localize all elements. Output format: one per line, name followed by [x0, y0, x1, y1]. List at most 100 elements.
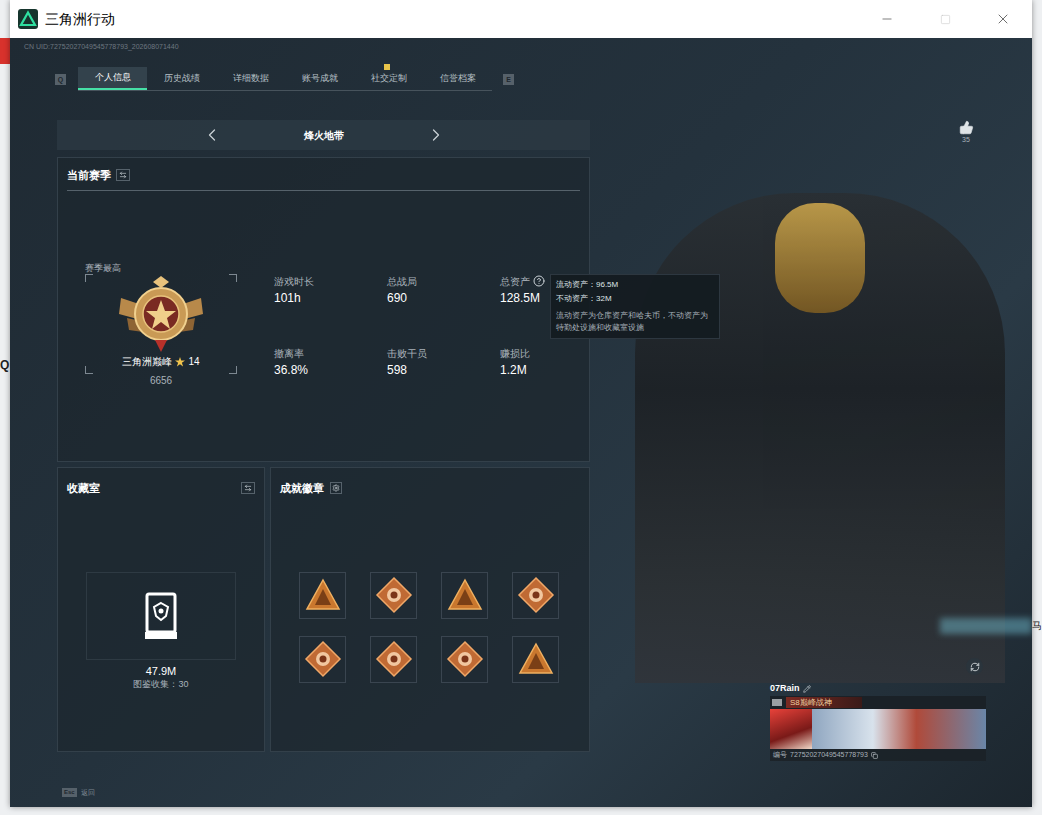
collection-panel: 收藏室 47.9M图鉴收集：30 — [57, 467, 265, 752]
minimize-button[interactable] — [858, 0, 916, 38]
footer-label: 返回 — [81, 788, 95, 799]
edit-icon[interactable] — [803, 685, 811, 693]
footer-hint: Esc 返回 — [62, 788, 1032, 799]
achievement-badge[interactable] — [441, 572, 488, 619]
switch-icon — [244, 484, 252, 492]
stat-label: 击败干员 — [387, 347, 427, 360]
player-banner — [812, 709, 986, 749]
tab[interactable]: 历史战绩 — [147, 67, 216, 90]
like-count: 35 — [962, 135, 970, 145]
frame-corner — [229, 274, 237, 282]
tooltip-note: 流动资产为仓库资产和哈夫币，不动资产为特勤处设施和收藏室设施 — [556, 310, 714, 334]
window-title: 三角洲行动 — [45, 9, 115, 30]
player-images — [770, 709, 986, 749]
light-streak — [940, 618, 1032, 634]
rank-name: 三角洲巅峰 — [122, 356, 172, 368]
mode-next-button[interactable] — [426, 125, 446, 145]
achievement-badge[interactable] — [512, 636, 559, 683]
achievement-badge[interactable] — [441, 636, 488, 683]
player-avatar[interactable] — [770, 709, 812, 749]
refresh-button[interactable] — [966, 658, 983, 675]
tabs: 个人信息历史战绩详细数据账号成就社交定制信誉档案 — [78, 67, 492, 91]
player-title: S8巅峰战神 — [786, 697, 862, 708]
uid-text: CN UID:72752027049545778793_202608071440 — [10, 42, 1032, 52]
maximize-icon — [940, 14, 951, 25]
tooltip-line: 不动资产：32M — [556, 293, 714, 305]
triangle-badge-icon — [518, 642, 554, 676]
rank-emblem-icon — [115, 276, 207, 354]
collection-frame — [86, 572, 236, 660]
stat-cell: 击败干员598 — [387, 347, 500, 419]
diamond-badge-icon — [446, 640, 484, 678]
app-logo-icon — [18, 9, 38, 29]
collection-value: 47.9M — [58, 664, 264, 678]
badge-grid — [299, 572, 589, 683]
season-title: 当前赛季 — [67, 167, 111, 184]
player-card: 07RainS8巅峰战神编号72752027049545778793 — [770, 682, 986, 761]
frame-corner — [85, 274, 93, 282]
esc-key[interactable]: Esc — [62, 788, 77, 797]
achievement-badge[interactable] — [512, 572, 559, 619]
stats-grid: 游戏时长101h总战局690总资产128.5M撤离率36.8%击败干员598赚损… — [274, 275, 590, 419]
rank-stars: 14 — [188, 356, 199, 368]
player-name: 07Rain — [770, 682, 800, 696]
stat-label: 总资产 — [500, 275, 530, 288]
collection-caption: 图鉴收集：30 — [58, 678, 264, 690]
rank-score: 6656 — [150, 375, 172, 387]
diamond-badge-icon — [304, 640, 342, 678]
season-body: 赛季最高三角洲巅峰146656游戏时长101h总战局690总资产128.5M撤离… — [58, 263, 589, 419]
game-window: 三角洲行动 CN UID:72752027049545778793_2026080… — [10, 0, 1032, 807]
like-widget[interactable]: 35 — [957, 120, 975, 145]
rank-label: 赛季最高 — [85, 263, 121, 274]
showcase-icon — [144, 592, 178, 640]
achievement-badge[interactable] — [299, 572, 346, 619]
stat-value: 690 — [387, 291, 500, 306]
next-tab-key[interactable]: E — [503, 74, 514, 85]
stat-label: 撤离率 — [274, 347, 304, 360]
character-render — [635, 193, 1005, 683]
achievement-badge[interactable] — [370, 572, 417, 619]
tab[interactable]: 信誉档案 — [423, 67, 492, 90]
season-switch-button[interactable] — [116, 169, 130, 181]
stat-label: 总战局 — [387, 275, 417, 288]
tab[interactable]: 社交定制 — [354, 67, 423, 90]
background-fragment: 马 — [1032, 621, 1042, 631]
prev-tab-key[interactable]: Q — [55, 74, 66, 85]
copy-icon[interactable] — [871, 752, 878, 759]
collection-switch-button[interactable] — [241, 482, 255, 494]
collection-header: 收藏室 — [67, 468, 255, 497]
diamond-badge-icon — [375, 640, 413, 678]
triangle-badge-icon — [305, 578, 341, 612]
stat-value: 101h — [274, 291, 387, 306]
thumbs-up-icon — [959, 120, 974, 135]
stat-cell: 撤离率36.8% — [274, 347, 387, 419]
season-panel: 当前赛季赛季最高三角洲巅峰146656游戏时长101h总战局690总资产128.… — [57, 157, 590, 462]
rank-block: 赛季最高三角洲巅峰 14 6656 — [85, 263, 237, 419]
frame-corner — [85, 366, 93, 374]
mode-selector: 烽火地带 — [57, 120, 590, 150]
player-name-row: 07Rain — [770, 682, 986, 696]
stat-cell: 游戏时长101h — [274, 275, 387, 347]
achievements-title: 成就徽章 — [280, 480, 324, 497]
window-controls — [858, 0, 1032, 38]
stat-cell: 总战局 690 — [387, 275, 500, 347]
character-mask — [775, 203, 865, 313]
mode-prev-button[interactable] — [202, 125, 222, 145]
title-bar: 三角洲行动 — [10, 0, 1032, 38]
achievement-badge[interactable] — [299, 636, 346, 683]
close-icon — [995, 11, 1011, 27]
achievements-settings-button[interactable] — [330, 482, 342, 494]
triangle-badge-icon — [447, 578, 483, 612]
help-icon[interactable] — [533, 275, 545, 287]
tab[interactable]: 个人信息 — [78, 67, 147, 90]
tab[interactable]: 详细数据 — [216, 67, 285, 90]
close-button[interactable] — [974, 0, 1032, 38]
mode-label: 烽火地带 — [304, 128, 344, 143]
tab[interactable]: 账号成就 — [285, 67, 354, 90]
achievement-badge[interactable] — [370, 636, 417, 683]
stat-label: 赚损比 — [500, 347, 530, 360]
star-icon — [175, 357, 185, 367]
maximize-button[interactable] — [916, 0, 974, 38]
minimize-icon — [880, 12, 894, 26]
desktop: Q 马 三角洲行动 CN UID:72752027049545778793_20260… — [0, 0, 1042, 815]
